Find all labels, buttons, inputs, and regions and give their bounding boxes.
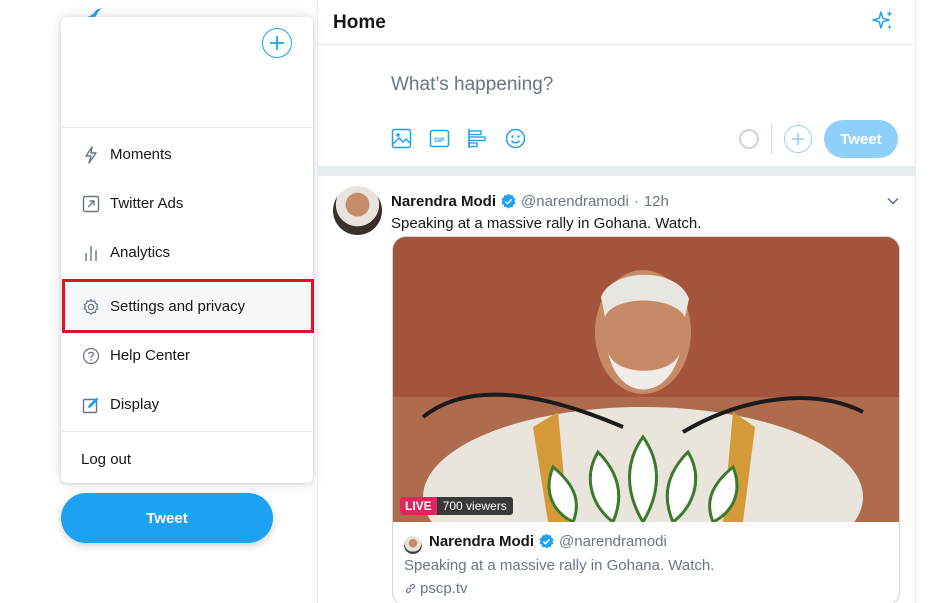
page-title: Home xyxy=(333,12,386,33)
timeline-separator xyxy=(318,166,915,176)
video-frame-image xyxy=(393,237,899,522)
poll-button[interactable] xyxy=(465,126,489,150)
separator-dot: · xyxy=(633,193,639,210)
card-author-name: Narendra Modi xyxy=(429,533,535,550)
emoji-button[interactable] xyxy=(503,126,527,150)
menu-item-moments[interactable]: Moments xyxy=(61,130,313,179)
menu-item-settings-privacy[interactable]: Settings and privacy xyxy=(61,282,313,331)
menu-item-label: Display xyxy=(110,396,160,413)
card-link-text: pscp.tv xyxy=(420,580,468,597)
composer-toolbar: GIF xyxy=(389,126,527,150)
plus-icon xyxy=(792,133,804,145)
tweet-item[interactable]: Narendra Modi @narendramodi · 12h Speaki… xyxy=(318,176,915,235)
composer-tweet-button[interactable]: Tweet xyxy=(824,120,898,158)
tweet-text: Speaking at a massive rally in Gohana. W… xyxy=(391,215,702,232)
bar-chart-icon xyxy=(81,243,101,263)
menu-item-help-center[interactable]: Help Center xyxy=(61,331,313,380)
card-meta[interactable]: Narendra Modi @narendramodi Speaking at … xyxy=(393,522,899,603)
menu-divider xyxy=(61,431,313,432)
tweet-composer: What’s happening? GIF Tweet xyxy=(318,44,915,166)
sparkle-icon[interactable] xyxy=(871,9,895,33)
edit-display-icon xyxy=(81,395,101,415)
avatar[interactable] xyxy=(333,186,382,235)
emoji-icon xyxy=(505,128,525,148)
menu-item-label: Analytics xyxy=(110,244,171,261)
avatar xyxy=(404,536,422,554)
svg-text:GIF: GIF xyxy=(434,137,445,144)
composer-actions: Tweet xyxy=(739,120,898,158)
menu-item-label: Help Center xyxy=(110,347,191,364)
account-placeholder: . . xyxy=(97,62,127,68)
link-icon xyxy=(405,583,416,594)
author-handle[interactable]: @narendramodi xyxy=(521,193,629,210)
add-account-button[interactable] xyxy=(262,28,292,58)
gear-icon xyxy=(81,297,101,317)
vertical-divider xyxy=(771,124,772,154)
live-badge: LIVE 700 viewers xyxy=(400,497,513,515)
gif-button[interactable]: GIF xyxy=(427,126,451,150)
poll-icon xyxy=(467,128,486,148)
account-switcher: . . xyxy=(61,17,313,128)
compose-input[interactable]: What’s happening? xyxy=(391,74,553,96)
plus-icon xyxy=(270,36,284,50)
menu-divider xyxy=(61,127,313,128)
timeline-header: Home xyxy=(318,0,915,44)
tweet-time[interactable]: 12h xyxy=(644,193,669,210)
tweet-header: Narendra Modi @narendramodi · 12h xyxy=(391,193,669,210)
external-arrow-icon xyxy=(81,194,101,214)
verified-badge-icon xyxy=(539,533,554,549)
card-author-handle: @narendramodi xyxy=(559,533,667,550)
lightning-icon xyxy=(81,145,101,165)
question-circle-icon xyxy=(81,346,101,366)
card-link[interactable]: pscp.tv xyxy=(404,580,468,597)
author-name[interactable]: Narendra Modi xyxy=(391,193,496,210)
image-icon xyxy=(391,128,411,148)
media-card[interactable]: LIVE 700 viewers Narendra Modi @narendra… xyxy=(392,236,900,603)
media-button[interactable] xyxy=(389,126,413,150)
live-video[interactable]: LIVE 700 viewers xyxy=(393,237,899,522)
menu-item-label: Moments xyxy=(110,146,172,163)
sidebar-tweet-button[interactable]: Tweet xyxy=(61,493,273,543)
chevron-down-icon[interactable] xyxy=(886,194,900,208)
viewer-count: 700 viewers xyxy=(436,497,513,515)
gif-icon: GIF xyxy=(429,129,449,147)
verified-badge-icon xyxy=(501,193,516,209)
menu-item-analytics[interactable]: Analytics xyxy=(61,228,313,277)
menu-item-label: Twitter Ads xyxy=(110,195,184,212)
card-header: Narendra Modi @narendramodi xyxy=(429,533,667,550)
live-label: LIVE xyxy=(400,497,437,515)
menu-item-label: Settings and privacy xyxy=(110,298,246,315)
logout-link[interactable]: Log out xyxy=(81,451,131,468)
menu-item-twitter-ads[interactable]: Twitter Ads xyxy=(61,179,313,228)
add-thread-button[interactable] xyxy=(784,125,812,153)
menu-item-display[interactable]: Display xyxy=(61,380,313,429)
character-count-ring xyxy=(739,129,759,149)
card-text: Speaking at a massive rally in Gohana. W… xyxy=(404,557,715,574)
